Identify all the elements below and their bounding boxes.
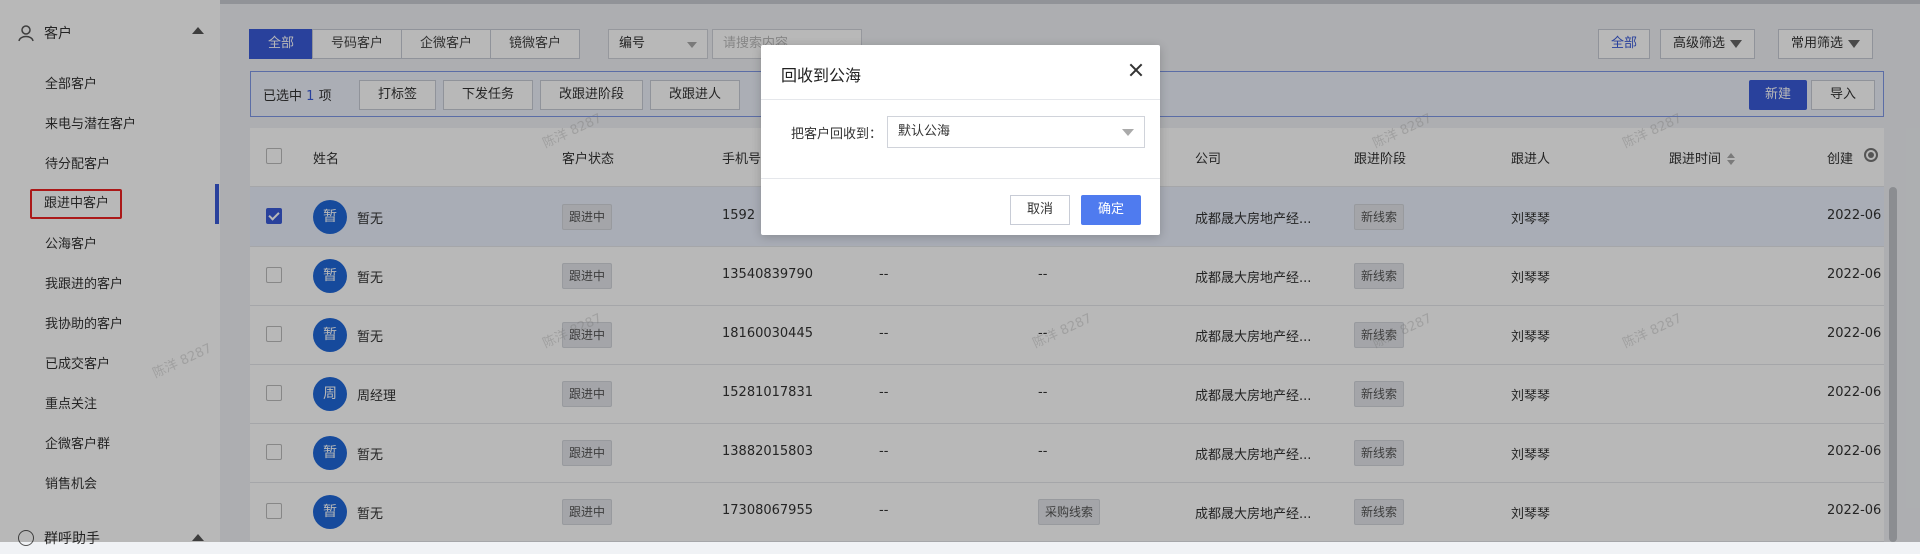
dialog-divider [761,99,1160,100]
confirm-button[interactable]: 确定 [1081,195,1141,225]
recycle-target-select[interactable]: 默认公海 [887,116,1145,148]
dialog-divider [761,178,1160,179]
recycle-target-label: 把客户回收到： [791,127,883,142]
chevron-down-icon [1122,129,1134,136]
close-icon[interactable] [1128,62,1144,78]
recycle-to-pool-dialog: 回收到公海 把客户回收到： 默认公海 取消 确定 [761,45,1160,235]
recycle-target-value: 默认公海 [898,124,951,139]
dialog-title: 回收到公海 [781,66,862,85]
cancel-button[interactable]: 取消 [1010,195,1070,225]
